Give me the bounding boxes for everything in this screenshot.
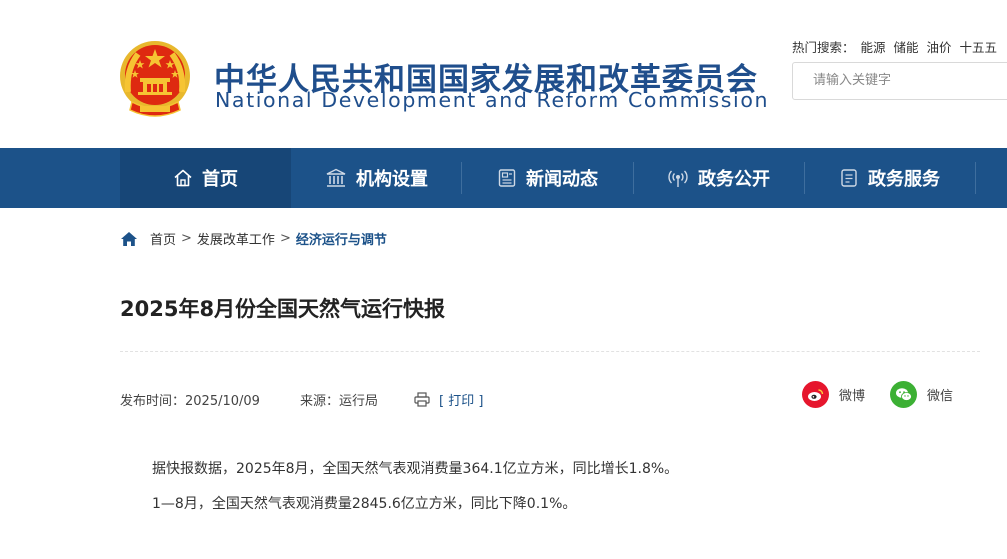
nav-item-organization[interactable]: 机构设置: [291, 148, 462, 208]
breadcrumb-separator: >: [279, 231, 291, 246]
breadcrumb: 首页 > 发展改革工作 > 经济运行与调节: [120, 229, 387, 248]
hot-term-link[interactable]: 能源: [861, 40, 886, 55]
nav-label: 政务公开: [698, 169, 770, 190]
hot-term-link[interactable]: 储能: [894, 40, 919, 55]
nav-label: 新闻动态: [526, 169, 598, 190]
share-weibo-label: 微博: [839, 389, 866, 404]
news-icon: [498, 169, 516, 187]
nav-divider: [633, 162, 634, 194]
search-input[interactable]: [811, 72, 1005, 89]
nav-label: 政务服务: [868, 169, 940, 190]
breadcrumb-link-reform-work[interactable]: 发展改革工作: [197, 229, 275, 248]
page-title: 2025年8月份全国天然气运行快报: [120, 297, 446, 321]
search-box: [792, 62, 1007, 100]
article-paragraph: 1—8月，全国天然气表观消费量2845.6亿立方米，同比下降0.1%。: [152, 496, 577, 512]
wechat-icon: [890, 381, 917, 408]
share-wechat[interactable]: 微信: [890, 381, 953, 408]
article-source: 来源：运行局: [300, 394, 379, 409]
hot-search-label: 热门搜索：: [792, 40, 855, 55]
printer-icon: [414, 392, 430, 407]
hot-search: 热门搜索： 能源 储能 油价 十五五: [792, 37, 997, 56]
breadcrumb-separator: >: [181, 231, 192, 246]
national-emblem-icon[interactable]: [118, 40, 192, 122]
nav-item-news[interactable]: 新闻动态: [462, 148, 633, 208]
breadcrumb-link-economic-operation[interactable]: 经济运行与调节: [296, 229, 387, 248]
title-divider: [120, 351, 980, 352]
site-header: 中华人民共和国国家发展和改革委员会 National Development a…: [0, 0, 1007, 148]
nav-item-government-affairs[interactable]: 政务公开: [633, 148, 804, 208]
nav-divider: [461, 162, 462, 194]
hot-term-link[interactable]: 油价: [927, 40, 952, 55]
home-icon[interactable]: [120, 231, 138, 247]
broadcast-icon: [668, 170, 688, 187]
nav-divider: [975, 162, 976, 194]
nav-divider: [804, 162, 805, 194]
weibo-icon: [802, 381, 829, 408]
article-paragraph: 据快报数据，2025年8月，全国天然气表观消费量364.1亿立方米，同比增长1.…: [152, 461, 679, 477]
nav-label: 首页: [202, 169, 238, 190]
nav-item-home[interactable]: 首页: [120, 148, 291, 208]
nav-label: 机构设置: [356, 169, 428, 190]
main-nav: 首页 机构设置 新闻动态 政务公开 政务服务: [0, 148, 1007, 208]
share-weibo[interactable]: 微博: [802, 381, 865, 408]
print-label: [ 打印 ]: [439, 394, 484, 409]
institution-icon: [326, 168, 346, 187]
service-icon: [841, 169, 857, 187]
print-button[interactable]: [ 打印 ]: [414, 390, 483, 409]
hot-term-link[interactable]: 十五五: [960, 40, 998, 55]
site-title-english[interactable]: National Development and Reform Commissi…: [215, 88, 769, 112]
publish-date: 发布时间：2025/10/09: [120, 394, 260, 409]
breadcrumb-link-home[interactable]: 首页: [150, 229, 176, 248]
share-wechat-label: 微信: [927, 389, 954, 404]
home-icon: [174, 169, 192, 187]
nav-item-services[interactable]: 政务服务: [804, 148, 975, 208]
